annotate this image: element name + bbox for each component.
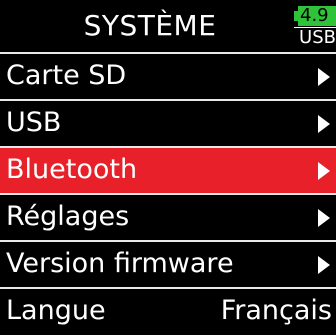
chevron-right-icon	[318, 162, 330, 180]
header: SYSTÈME 4.9 USB	[0, 0, 336, 52]
menu-item-label: Réglages	[6, 201, 130, 232]
menu-item-langue[interactable]: Langue Français	[0, 287, 336, 335]
battery-level-text: 4.9	[300, 5, 329, 26]
menu-item-label: Carte SD	[6, 60, 127, 91]
chevron-right-icon	[318, 256, 330, 274]
menu-item-usb[interactable]: USB	[0, 99, 336, 146]
menu-item-bluetooth[interactable]: Bluetooth	[0, 146, 336, 193]
system-menu-list: Carte SD USB Bluetooth Réglages Version …	[0, 52, 336, 335]
menu-item-label: Version firmware	[6, 248, 234, 279]
chevron-right-icon	[318, 68, 330, 86]
menu-item-label: Langue	[6, 295, 106, 326]
power-source-label: USB	[294, 27, 336, 49]
chevron-right-icon	[318, 209, 330, 227]
menu-item-label: USB	[6, 107, 62, 138]
menu-item-carte-sd[interactable]: Carte SD	[0, 52, 336, 99]
menu-item-reglages[interactable]: Réglages	[0, 193, 336, 240]
system-menu-screen: SYSTÈME 4.9 USB Carte SD USB Bluetooth R…	[0, 0, 336, 335]
menu-item-label: Bluetooth	[6, 154, 138, 185]
battery-indicator: 4.9 USB	[294, 5, 336, 49]
chevron-right-icon	[318, 115, 330, 133]
battery-icon: 4.9	[294, 5, 336, 27]
language-value: Français	[220, 295, 332, 326]
menu-item-version-firmware[interactable]: Version firmware	[0, 240, 336, 287]
page-title: SYSTÈME	[83, 9, 217, 42]
